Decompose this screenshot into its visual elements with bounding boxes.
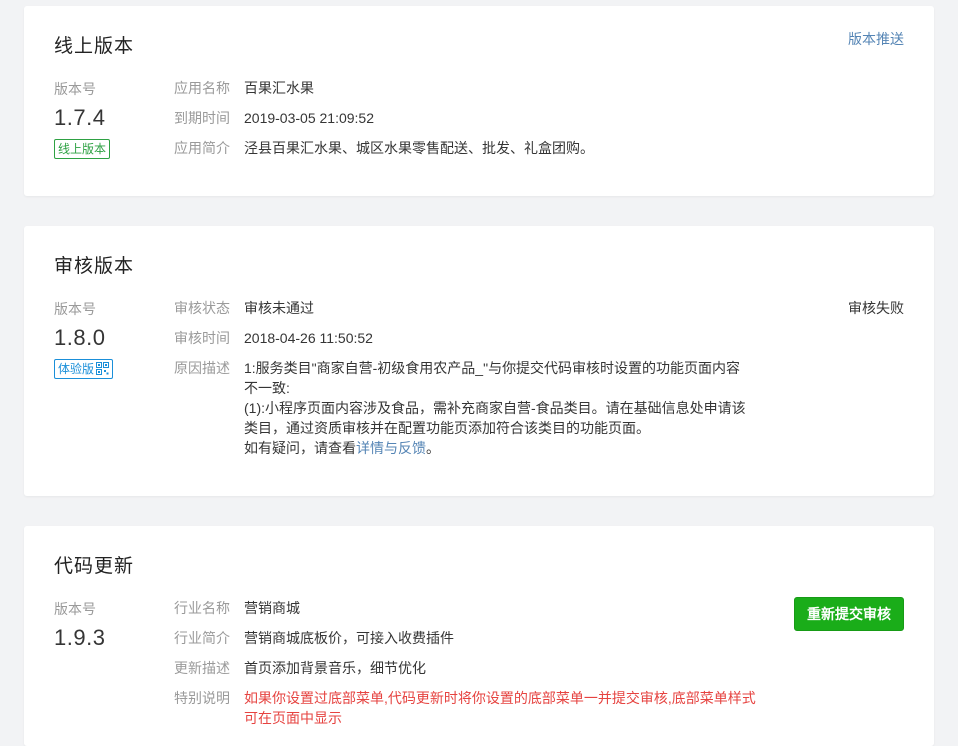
info-key: 行业简介 [174,630,230,646]
info-key: 特别说明 [174,690,230,706]
code-update-card: 代码更新 重新提交审核 版本号 1.9.3 行业名称 营销商城 行业简介 营销商… [24,526,934,746]
info-key: 审核时间 [174,330,230,346]
code-update-title: 代码更新 [54,556,135,577]
experience-version-badge[interactable]: 体验版 [54,359,114,379]
info-row: 原因描述 1:服务类目"商家自营-初级食用农产品_"与你提交代码审核时设置的功能… [174,358,754,458]
info-row: 行业简介 营销商城底板价，可接入收费插件 [174,628,764,648]
resubmit-review-button[interactable]: 重新提交审核 [794,597,904,631]
reason-line: 类目，通过资质审核并在配置功能页添加符合该类目的功能页面。 [244,420,650,436]
review-version-block: 版本号 1.8.0 体验版 [54,299,114,379]
info-value: 百果汇水果 [244,80,314,96]
details-feedback-link[interactable]: 详情与反馈 [356,440,426,456]
version-number: 1.7.4 [54,105,106,130]
question-prefix: 如有疑问，请查看 [244,440,356,456]
info-key: 原因描述 [174,360,230,376]
info-row: 审核时间 2018-04-26 11:50:52 [174,328,754,348]
info-value: 营销商城底板价，可接入收费插件 [244,630,454,646]
review-version-title: 审核版本 [54,256,135,277]
info-value: 营销商城 [244,600,300,616]
review-status-right: 审核失败 [848,300,904,316]
info-key: 行业名称 [174,600,230,616]
online-version-card: 线上版本 版本推送 版本号 1.7.4 线上版本 应用名称 百果汇水果 到期时间… [24,6,934,196]
info-row: 到期时间 2019-03-05 21:09:52 [174,108,594,128]
info-value: 首页添加背景音乐，细节优化 [244,660,426,676]
version-label: 版本号 [54,601,96,617]
online-version-badge: 线上版本 [54,139,111,159]
version-number: 1.9.3 [54,625,106,650]
version-label: 版本号 [54,81,96,97]
question-suffix: 。 [426,440,440,456]
reason-question-line: 如有疑问，请查看详情与反馈。 [244,438,754,458]
version-push-link[interactable]: 版本推送 [848,29,904,49]
version-number: 1.8.0 [54,325,106,350]
info-key: 到期时间 [174,110,230,126]
info-value: 泾县百果汇水果、城区水果零售配送、批发、礼盒团购。 [244,140,594,156]
code-info-list: 行业名称 营销商城 行业简介 营销商城底板价，可接入收费插件 更新描述 首页添加… [174,598,764,738]
info-key: 审核状态 [174,300,230,316]
reason-line: (1):小程序页面内容涉及食品，需补充商家自营-食品类目。请在基础信息处申请该 [244,400,746,416]
review-time-value: 2018-04-26 11:50:52 [244,330,373,346]
info-row: 应用名称 百果汇水果 [174,78,594,98]
special-note-text: 如果你设置过底部菜单,代码更新时将你设置的底部菜单一并提交审核,底部菜单样式可在… [244,690,756,726]
info-row: 审核状态 审核未通过 [174,298,754,318]
info-row: 特别说明 如果你设置过底部菜单,代码更新时将你设置的底部菜单一并提交审核,底部菜… [174,688,764,728]
online-version-title: 线上版本 [54,36,135,57]
online-info-list: 应用名称 百果汇水果 到期时间 2019-03-05 21:09:52 应用简介… [174,78,594,168]
experience-version-label: 体验版 [58,362,95,376]
review-version-card: 审核版本 审核失败 版本号 1.8.0 体验版 审核状态 审核未通过 审核时间 … [24,226,934,496]
info-key: 更新描述 [174,660,230,676]
review-reason-text: 1:服务类目"商家自营-初级食用农产品_"与你提交代码审核时设置的功能页面内容 … [244,358,754,458]
info-value: 2019-03-05 21:09:52 [244,110,374,126]
online-version-block: 版本号 1.7.4 线上版本 [54,79,111,159]
reason-line: 不一致: [244,380,290,396]
version-label: 版本号 [54,301,96,317]
info-key: 应用名称 [174,80,230,96]
review-info-list: 审核状态 审核未通过 审核时间 2018-04-26 11:50:52 原因描述… [174,298,754,468]
info-row: 行业名称 营销商城 [174,598,764,618]
reason-line: 1:服务类目"商家自营-初级食用农产品_"与你提交代码审核时设置的功能页面内容 [244,360,741,376]
info-row: 应用简介 泾县百果汇水果、城区水果零售配送、批发、礼盒团购。 [174,138,594,158]
code-version-block: 版本号 1.9.3 [54,599,105,653]
review-status-value: 审核未通过 [244,300,314,316]
info-row: 更新描述 首页添加背景音乐，细节优化 [174,658,764,678]
qrcode-icon [96,362,110,375]
info-key: 应用简介 [174,140,230,156]
